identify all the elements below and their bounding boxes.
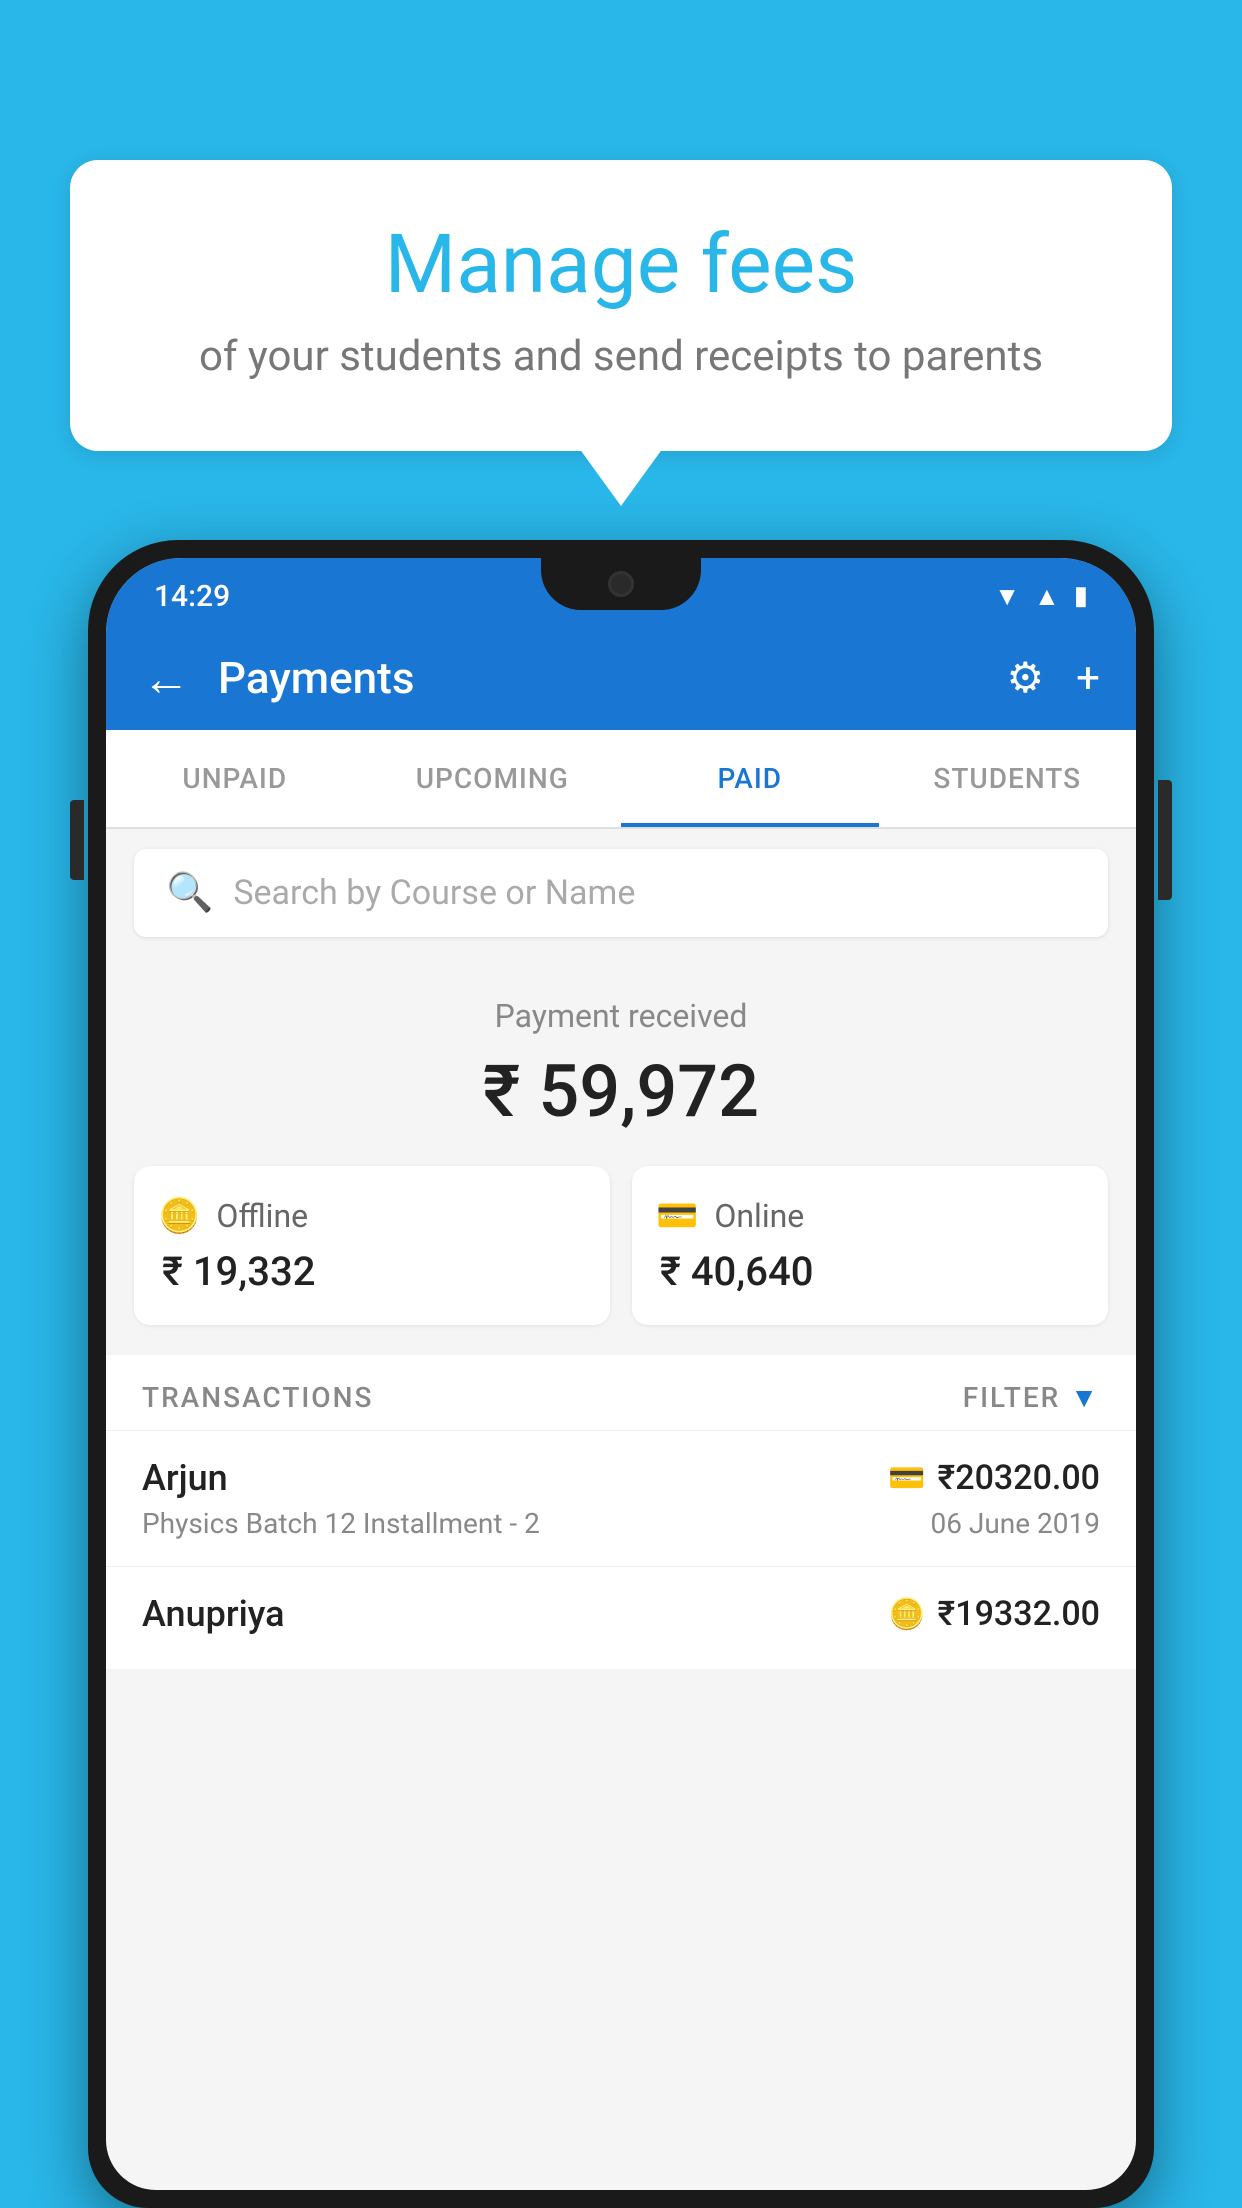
transaction-row[interactable]: Anupriya 🪙 ₹19332.00	[106, 1566, 1136, 1669]
transaction-amount: ₹19332.00	[938, 1594, 1100, 1634]
search-input[interactable]: Search by Course or Name	[233, 873, 635, 913]
speech-bubble: Manage fees of your students and send re…	[70, 160, 1172, 451]
payment-total-amount: ₹ 59,972	[134, 1049, 1108, 1134]
transaction-bottom: Physics Batch 12 Installment - 2 06 June…	[142, 1507, 1100, 1540]
gear-icon[interactable]: ⚙	[1007, 653, 1045, 703]
online-label: Online	[714, 1197, 804, 1235]
app-bar: ← Payments ⚙ +	[106, 626, 1136, 730]
online-icon: 💳	[656, 1196, 698, 1236]
bubble-subtitle: of your students and send receipts to pa…	[150, 332, 1092, 381]
transaction-name: Arjun	[142, 1457, 228, 1499]
filter-button[interactable]: FILTER ▼	[963, 1381, 1100, 1414]
transaction-course: Physics Batch 12 Installment - 2	[142, 1507, 540, 1540]
search-icon: 🔍	[166, 871, 213, 915]
power-button	[1158, 780, 1172, 900]
transaction-date: 06 June 2019	[930, 1507, 1100, 1540]
status-time: 14:29	[154, 579, 230, 614]
transactions-header: TRANSACTIONS FILTER ▼	[106, 1355, 1136, 1430]
filter-label: FILTER	[963, 1381, 1061, 1414]
transaction-row[interactable]: Arjun 💳 ₹20320.00 Physics Batch 12 Insta…	[106, 1430, 1136, 1566]
back-button[interactable]: ←	[142, 650, 190, 707]
tab-students[interactable]: STUDENTS	[879, 730, 1137, 827]
search-container: 🔍 Search by Course or Name	[106, 829, 1136, 957]
filter-icon: ▼	[1070, 1381, 1100, 1414]
payment-cards: 🪙 Offline ₹ 19,332 💳 Online ₹ 40,640	[134, 1166, 1108, 1325]
cash-payment-icon: 🪙	[888, 1597, 925, 1632]
offline-amount: ₹ 19,332	[158, 1248, 586, 1295]
camera	[608, 571, 634, 597]
online-amount: ₹ 40,640	[656, 1248, 1084, 1295]
battery-icon: ▮	[1074, 581, 1088, 611]
volume-button	[70, 800, 84, 880]
notch	[541, 558, 701, 610]
offline-card-header: 🪙 Offline	[158, 1196, 586, 1236]
app-bar-actions: ⚙ +	[1007, 653, 1101, 703]
payment-summary: Payment received ₹ 59,972 🪙 Offline ₹ 19…	[106, 957, 1136, 1355]
payment-received-label: Payment received	[134, 997, 1108, 1035]
wifi-icon: ▼	[994, 581, 1020, 612]
status-icons: ▼ ▲ ▮	[994, 581, 1088, 612]
add-button[interactable]: +	[1076, 654, 1100, 703]
tab-paid[interactable]: PAID	[621, 730, 879, 827]
transaction-amount: ₹20320.00	[938, 1458, 1100, 1498]
signal-icon: ▲	[1034, 581, 1060, 612]
online-card-header: 💳 Online	[656, 1196, 1084, 1236]
bubble-title: Manage fees	[150, 220, 1092, 310]
speech-bubble-container: Manage fees of your students and send re…	[70, 160, 1172, 451]
transaction-amount-wrap: 🪙 ₹19332.00	[888, 1594, 1100, 1634]
transaction-top: Anupriya 🪙 ₹19332.00	[142, 1593, 1100, 1635]
transaction-amount-wrap: 💳 ₹20320.00	[888, 1458, 1100, 1498]
phone-frame: 14:29 ▼ ▲ ▮ ← Payments ⚙ + UNPAID UPCOMI…	[88, 540, 1154, 2208]
online-card: 💳 Online ₹ 40,640	[632, 1166, 1108, 1325]
search-bar[interactable]: 🔍 Search by Course or Name	[134, 849, 1108, 937]
transaction-name: Anupriya	[142, 1593, 285, 1635]
tab-unpaid[interactable]: UNPAID	[106, 730, 364, 827]
tabs: UNPAID UPCOMING PAID STUDENTS	[106, 730, 1136, 829]
card-payment-icon: 💳	[888, 1461, 925, 1496]
offline-label: Offline	[216, 1197, 308, 1235]
offline-card: 🪙 Offline ₹ 19,332	[134, 1166, 610, 1325]
tab-upcoming[interactable]: UPCOMING	[364, 730, 622, 827]
offline-icon: 🪙	[158, 1196, 200, 1236]
transaction-top: Arjun 💳 ₹20320.00	[142, 1457, 1100, 1499]
phone-screen: 14:29 ▼ ▲ ▮ ← Payments ⚙ + UNPAID UPCOMI…	[106, 558, 1136, 2190]
transactions-label: TRANSACTIONS	[142, 1381, 373, 1414]
app-bar-title: Payments	[218, 652, 979, 704]
